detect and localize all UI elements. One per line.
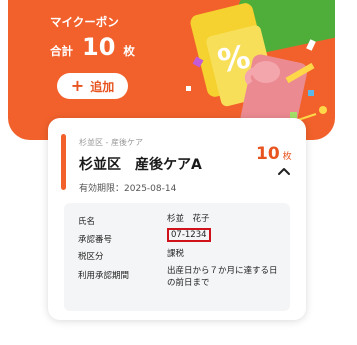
detail-value-tax: 課税: [167, 249, 185, 259]
approval-number: 07-1234: [167, 228, 211, 242]
coupon-section-label: マイクーポン: [50, 15, 119, 29]
card-subtitle: 杉並区 - 産後ケア: [79, 138, 143, 147]
card-expiry: 有効期限：2025-08-14: [79, 181, 176, 194]
coupon-details: 氏名 杉並 花子 承認番号 07-1234 税区分 課税 利用承認期間 出産日か…: [64, 203, 290, 311]
plus-icon: +: [70, 76, 85, 95]
detail-label-approval: 承認番号: [78, 235, 113, 245]
expiry-date: 2025-08-14: [124, 184, 177, 194]
detail-label-period: 利用承認期間: [78, 271, 130, 281]
expiry-label: 有効期限：: [79, 184, 125, 194]
coupon-card: 杉並区 - 産後ケア 杉並区 産後ケアA 有効期限：2025-08-14 10 枚…: [48, 118, 306, 320]
card-accent-bar: [61, 134, 66, 190]
total-count: 10: [82, 33, 116, 61]
detail-label-name: 氏名: [78, 217, 96, 227]
card-title-service: 産後ケアA: [135, 157, 202, 173]
detail-value-approval: 07-1234: [167, 228, 211, 242]
detail-label-tax: 税区分: [78, 252, 104, 262]
coupon-total: 合計 10 枚: [50, 33, 135, 61]
add-coupon-label: 追加: [90, 79, 115, 94]
chevron-up-icon[interactable]: [277, 166, 291, 176]
total-prefix: 合計: [50, 44, 73, 58]
card-coupon-count: 10 枚: [256, 144, 292, 164]
card-count-number: 10: [256, 144, 280, 164]
total-unit: 枚: [123, 44, 135, 58]
card-title: 杉並区 産後ケアA: [79, 154, 202, 174]
add-coupon-button[interactable]: + 追加: [57, 73, 128, 99]
detail-value-period: 出産日から７か月に達する日の前日まで: [167, 266, 278, 288]
detail-value-name: 杉並 花子: [167, 214, 210, 224]
card-count-unit: 枚: [282, 152, 292, 162]
card-title-ward: 杉並区: [79, 157, 121, 173]
